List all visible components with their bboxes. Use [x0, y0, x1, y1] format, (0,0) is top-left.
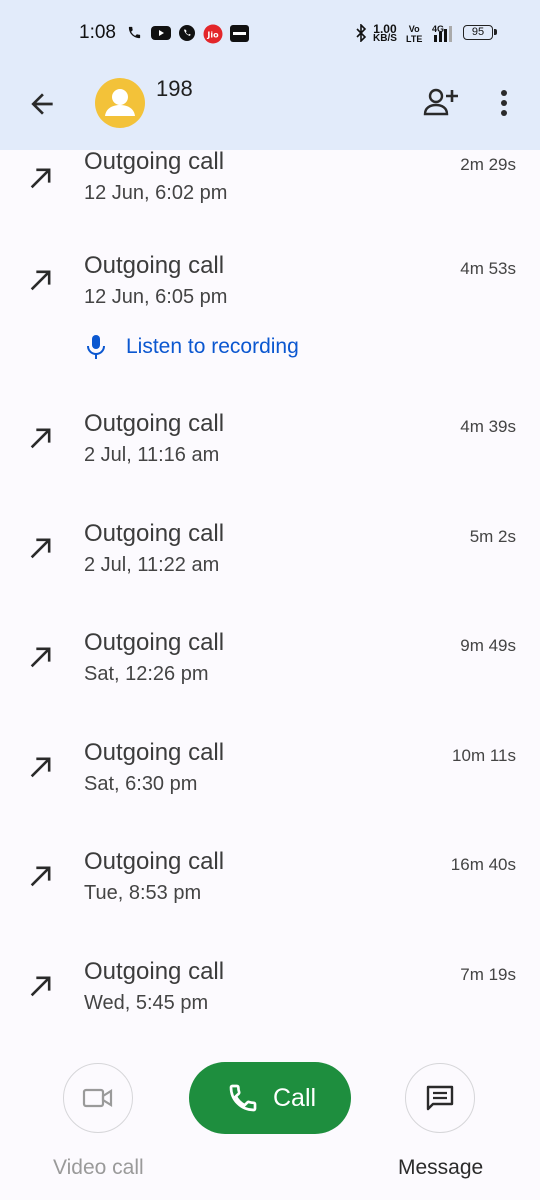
call-type: Outgoing call — [84, 958, 225, 985]
signal-icon — [434, 26, 452, 42]
call-duration: 4m 39s — [460, 417, 516, 436]
call-history-list[interactable]: Outgoing call 12 Jun, 6:02 pm 2m 29s Out… — [0, 150, 540, 1040]
call-row[interactable]: Outgoing call 2 Jul, 11:22 am 5m 2s — [0, 518, 540, 618]
call-time: 2 Jul, 11:22 am — [84, 554, 220, 576]
call-type: Outgoing call — [84, 252, 225, 279]
jio-icon: Jio — [203, 24, 223, 44]
outgoing-call-icon — [30, 270, 51, 291]
call-time: 12 Jun, 6:02 pm — [84, 182, 228, 204]
call-time: 12 Jun, 6:05 pm — [84, 286, 228, 308]
call-row[interactable]: Outgoing call Sat, 6:30 pm 10m 11s — [0, 737, 540, 837]
recording-label: Listen to recording — [126, 335, 299, 358]
call-type: Outgoing call — [84, 520, 225, 547]
call-row[interactable]: Outgoing call 12 Jun, 6:05 pm 4m 53s Lis… — [0, 250, 540, 410]
add-contact-icon[interactable] — [423, 86, 459, 118]
call-duration: 10m 11s — [452, 746, 516, 765]
message-button[interactable] — [405, 1063, 475, 1133]
status-bar: 1:08 Jio 1.00 KB/S Vo LTE 4G 95 — [0, 0, 540, 68]
call-duration: 4m 53s — [460, 259, 516, 278]
call-type: Outgoing call — [84, 150, 225, 175]
paytm-icon — [230, 25, 249, 42]
call-row[interactable]: Outgoing call 2 Jul, 11:16 am 4m 39s — [0, 408, 540, 508]
call-label: Call — [273, 1084, 317, 1112]
outgoing-call-icon — [30, 428, 51, 449]
message-caption: Message — [398, 1156, 484, 1179]
call-duration: 2m 29s — [460, 155, 516, 174]
outgoing-call-icon — [30, 757, 51, 778]
call-type: Outgoing call — [84, 410, 225, 437]
call-duration: 7m 19s — [460, 965, 516, 984]
message-icon — [426, 1085, 454, 1111]
call-row[interactable]: Outgoing call Wed, 5:45 pm 7m 19s — [0, 956, 540, 1040]
whatsapp-icon — [179, 25, 195, 41]
status-time: 1:08 — [79, 22, 116, 43]
volte-indicator: Vo LTE — [406, 24, 422, 44]
call-duration: 16m 40s — [450, 855, 516, 874]
top-bar: 1:08 Jio 1.00 KB/S Vo LTE 4G 95 198 — [0, 0, 540, 150]
video-camera-icon — [82, 1088, 113, 1108]
video-call-button[interactable] — [63, 1063, 133, 1133]
net-speed-unit: KB/S — [373, 33, 397, 44]
outgoing-call-icon — [30, 538, 51, 559]
call-row[interactable]: Outgoing call 12 Jun, 6:02 pm 2m 29s — [0, 150, 540, 235]
call-time: Tue, 8:53 pm — [84, 882, 202, 904]
svg-text:Jio: Jio — [206, 31, 219, 40]
avatar-person-icon — [105, 89, 135, 116]
battery-level: 95 — [471, 26, 485, 38]
call-type: Outgoing call — [84, 739, 225, 766]
outgoing-call-icon — [30, 866, 51, 887]
call-time: 2 Jul, 11:16 am — [84, 444, 220, 466]
back-arrow-icon[interactable] — [26, 88, 58, 120]
volte-top: Vo — [408, 24, 420, 34]
contact-name: 198 — [156, 76, 193, 101]
phone-icon — [128, 26, 141, 39]
call-time: Wed, 5:45 pm — [84, 992, 209, 1014]
call-time: Sat, 12:26 pm — [84, 663, 209, 685]
call-duration: 9m 49s — [460, 636, 516, 655]
youtube-icon — [151, 26, 171, 40]
call-row[interactable]: Outgoing call Sat, 12:26 pm 9m 49s — [0, 627, 540, 727]
avatar — [95, 78, 145, 128]
outgoing-call-icon — [30, 647, 51, 668]
call-row[interactable]: Outgoing call Tue, 8:53 pm 16m 40s — [0, 846, 540, 946]
bluetooth-icon — [356, 24, 367, 42]
call-type: Outgoing call — [84, 629, 225, 656]
mic-icon — [87, 335, 105, 359]
app-header: 198 — [0, 68, 540, 150]
action-bar: Call Video call Message — [0, 1040, 540, 1200]
outgoing-call-icon — [30, 168, 51, 189]
call-time: Sat, 6:30 pm — [84, 773, 198, 795]
call-type: Outgoing call — [84, 848, 225, 875]
call-duration: 5m 2s — [469, 527, 516, 546]
call-button[interactable]: Call — [189, 1062, 351, 1134]
outgoing-call-icon — [30, 976, 51, 997]
video-call-caption: Video call — [53, 1156, 144, 1179]
more-vert-icon[interactable] — [494, 88, 514, 118]
phone-icon — [229, 1084, 257, 1112]
net-speed: 1.00 KB/S — [373, 23, 397, 44]
volte-bottom: LTE — [406, 34, 423, 44]
battery-icon: 95 — [463, 25, 497, 40]
